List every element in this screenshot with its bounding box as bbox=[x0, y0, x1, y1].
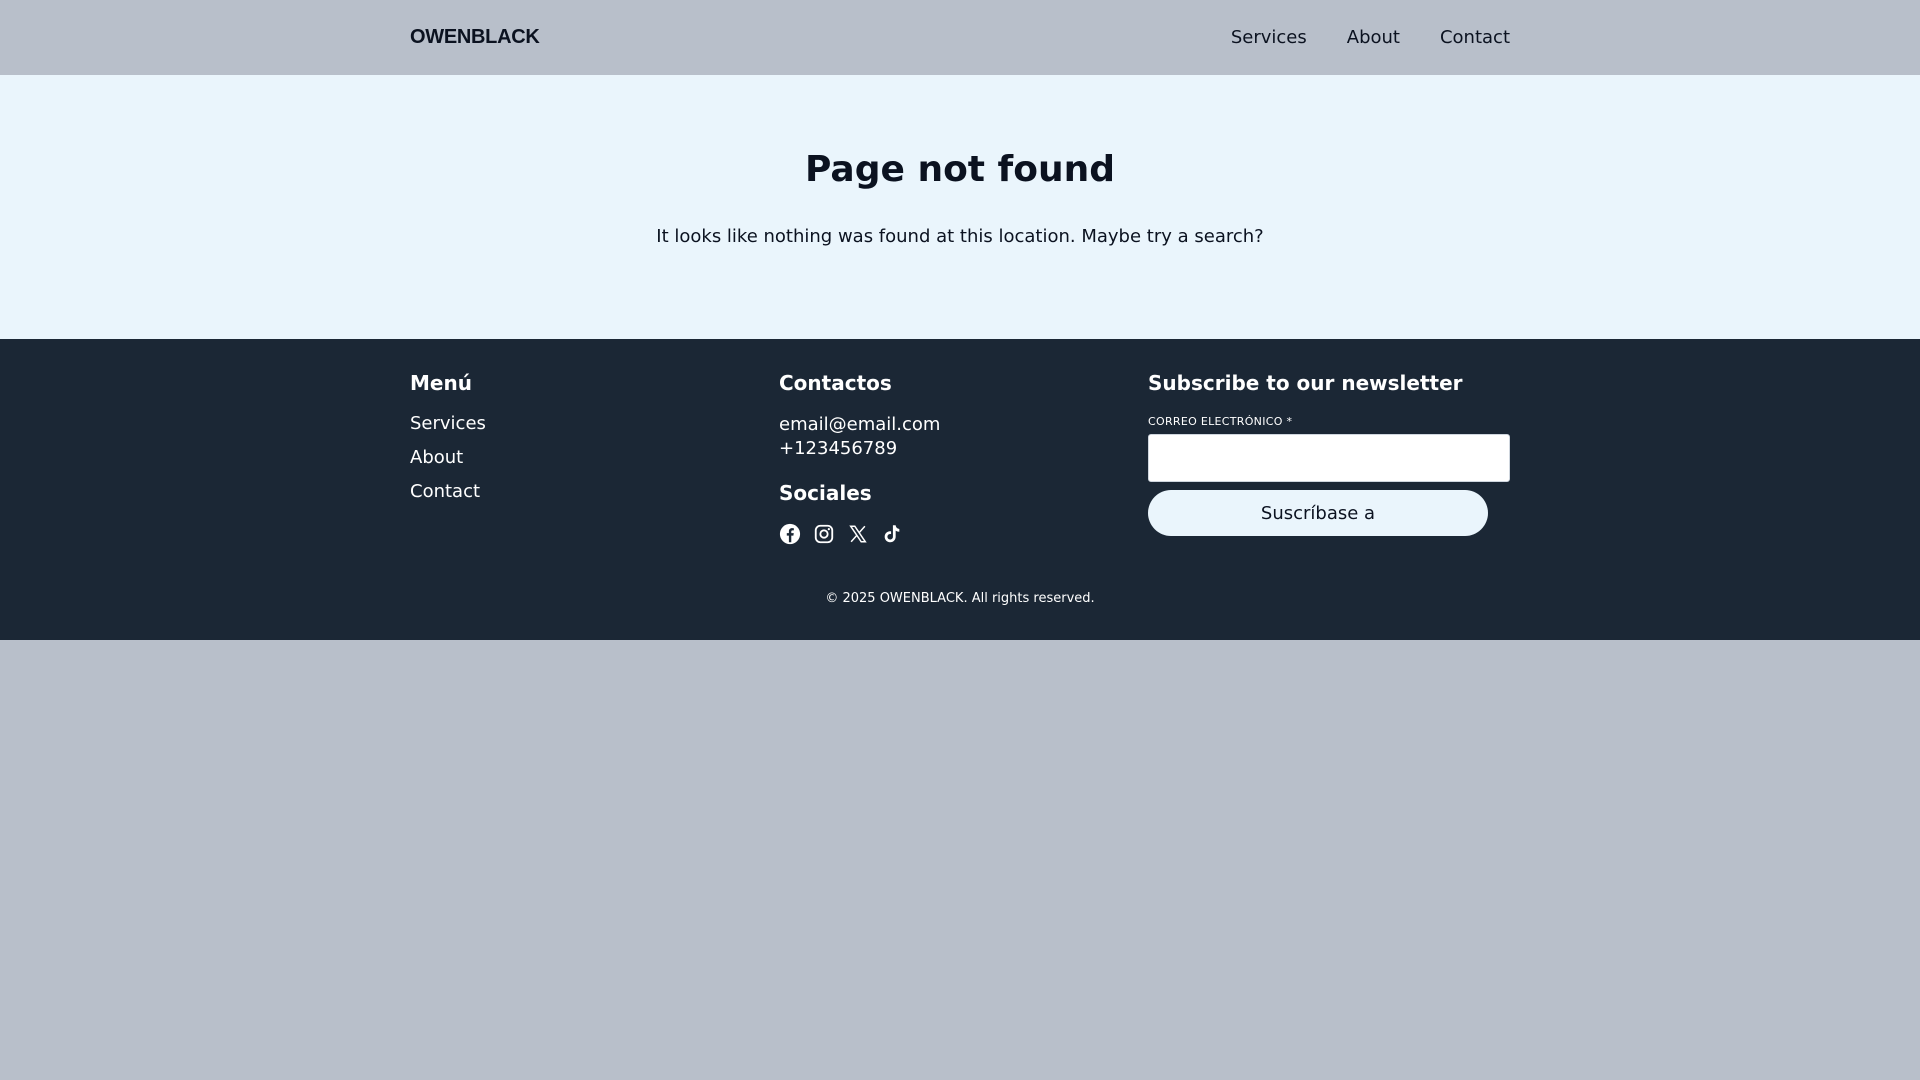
x-icon[interactable] bbox=[847, 523, 869, 545]
newsletter-title: Subscribe to our newsletter bbox=[1148, 371, 1463, 395]
tiktok-icon[interactable] bbox=[881, 523, 903, 545]
email-field-label: CORREO ELECTRÓNICO * bbox=[1148, 415, 1293, 428]
not-found-message: It looks like nothing was found at this … bbox=[656, 226, 1264, 247]
main-nav: Services About Contact bbox=[1231, 27, 1510, 48]
nav-link-contact[interactable]: Contact bbox=[1440, 27, 1510, 48]
footer-link-services[interactable]: Services bbox=[410, 415, 779, 433]
footer-menu-list: Services About Contact bbox=[410, 415, 779, 501]
footer-menu-column: Menú Services About Contact bbox=[410, 373, 779, 545]
contact-phone[interactable]: +123456789 bbox=[779, 437, 1148, 461]
footer-newsletter-column: Subscribe to our newsletter CORREO ELECT… bbox=[1148, 373, 1510, 545]
footer-contacts-column: Contactos email@email.com +123456789 Soc… bbox=[779, 373, 1148, 545]
site-logo[interactable]: OWENBLACK bbox=[410, 26, 540, 49]
contact-email[interactable]: email@email.com bbox=[779, 413, 1148, 437]
nav-link-about[interactable]: About bbox=[1347, 27, 1400, 48]
facebook-icon[interactable] bbox=[779, 523, 801, 545]
copyright-text: © 2025 OWENBLACK. All rights reserved. bbox=[825, 591, 1095, 606]
footer-contacts-title: Contactos bbox=[779, 371, 892, 395]
newsletter-email-input[interactable] bbox=[1148, 434, 1510, 482]
social-icons bbox=[779, 523, 1148, 545]
site-footer: Menú Services About Contact Contactos em… bbox=[0, 339, 1920, 640]
nav-link-services[interactable]: Services bbox=[1231, 27, 1307, 48]
not-found-section: Page not found It looks like nothing was… bbox=[0, 75, 1920, 339]
footer-link-about[interactable]: About bbox=[410, 449, 779, 467]
footer-link-contact[interactable]: Contact bbox=[410, 483, 779, 501]
page-title: Page not found bbox=[805, 149, 1115, 190]
header-inner: OWENBLACK Services About Contact bbox=[410, 0, 1510, 75]
footer-socials-title: Sociales bbox=[779, 481, 872, 505]
instagram-icon[interactable] bbox=[813, 523, 835, 545]
contact-details: email@email.com +123456789 bbox=[779, 413, 1148, 461]
subscribe-button[interactable]: Suscríbase a bbox=[1148, 490, 1488, 536]
site-header: OWENBLACK Services About Contact bbox=[0, 0, 1920, 75]
footer-columns: Menú Services About Contact Contactos em… bbox=[410, 339, 1510, 545]
footer-menu-title: Menú bbox=[410, 371, 472, 395]
